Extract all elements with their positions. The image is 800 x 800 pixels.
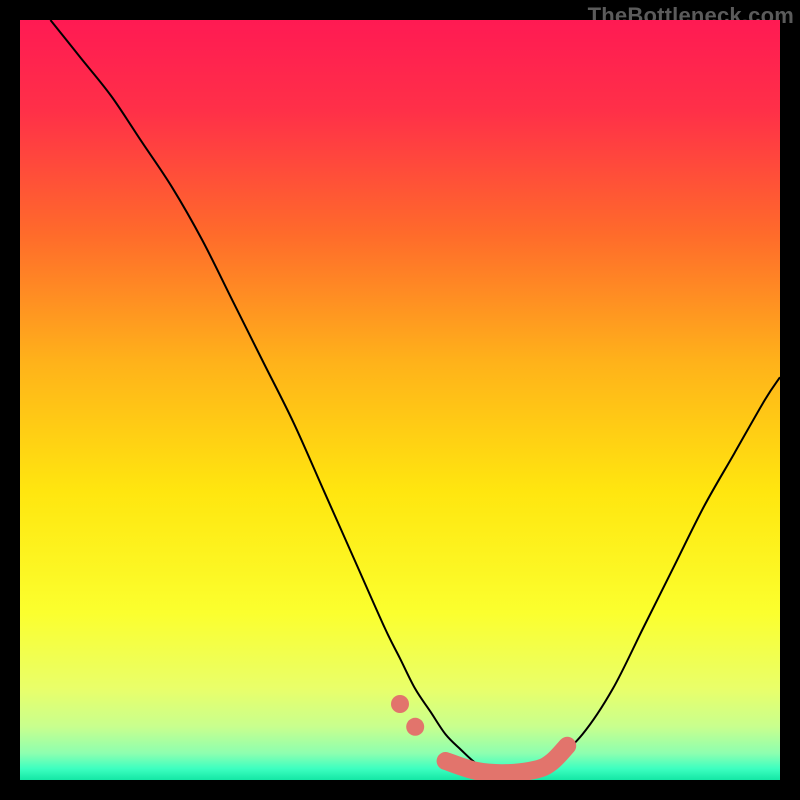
- chart-plot-area: [20, 20, 780, 780]
- chart-stage: TheBottleneck.com: [0, 0, 800, 800]
- optimal-marker-dot: [391, 695, 409, 713]
- optimal-marker-dot: [406, 718, 424, 736]
- chart-svg: [20, 20, 780, 780]
- gradient-background: [20, 20, 780, 780]
